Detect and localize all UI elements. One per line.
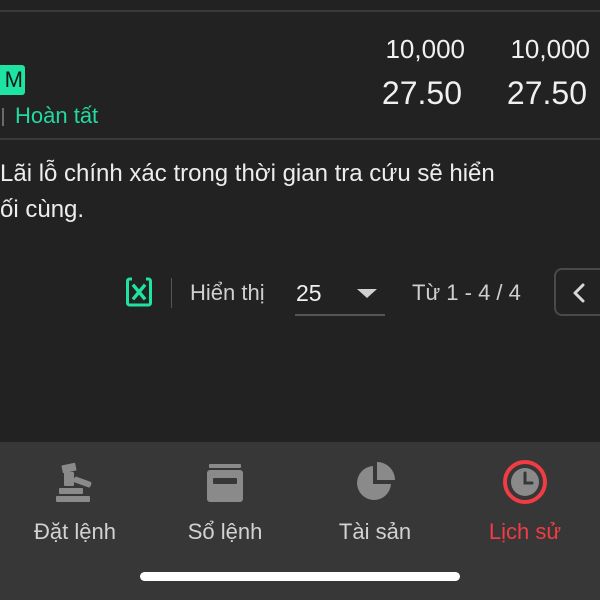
nav-item-assets[interactable]: Tài sản (300, 442, 450, 572)
order-status: Hoàn tất (15, 103, 99, 128)
previous-page-button[interactable] (554, 268, 600, 316)
page-size-label: Hiển thị (190, 280, 265, 305)
matched-quantity: 10,000 (510, 34, 590, 64)
caret-down-icon (357, 289, 377, 298)
page-range: Từ 1 - 4 / 4 (412, 280, 521, 305)
home-indicator[interactable] (140, 572, 460, 581)
nav-item-place-order[interactable]: Đặt lệnh (0, 442, 150, 572)
note-line: ối cùng. (0, 196, 85, 223)
nav-item-label: Lịch sử (488, 519, 562, 544)
note-line: Lãi lỗ chính xác trong thời gian tra cứu… (0, 160, 495, 187)
gavel-icon (51, 458, 99, 506)
nav-item-label: Đặt lệnh (34, 519, 116, 544)
page-size-value: 25 (296, 280, 322, 306)
nav-item-label: Sổ lệnh (187, 519, 263, 544)
divider (171, 278, 172, 308)
profit-loss-note: Lãi lỗ chính xác trong thời gian tra cứu… (0, 156, 600, 228)
order-price: 27.50 (381, 75, 462, 111)
clock-icon (501, 458, 549, 506)
order-book-icon (201, 458, 249, 506)
order-history-screen: M Hoàn tất 10,000 10,000 27.50 27.50 Lãi… (0, 0, 600, 600)
bottom-navigation: Đặt lệnh Sổ lệnh Tài sản Lịch sử (0, 442, 600, 600)
divider (0, 138, 600, 140)
order-row[interactable]: M Hoàn tất 10,000 10,000 27.50 27.50 (0, 12, 600, 139)
excel-export-icon[interactable] (126, 276, 152, 308)
nav-item-history[interactable]: Lịch sử (450, 442, 600, 572)
order-side-badge: M (0, 65, 25, 95)
page-size-select[interactable]: 25 (295, 276, 385, 316)
status-separator (2, 108, 4, 126)
pie-chart-icon (351, 458, 399, 506)
order-quantity: 10,000 (385, 34, 465, 64)
chevron-left-icon (573, 283, 585, 303)
nav-item-label: Tài sản (338, 519, 412, 544)
matched-price: 27.50 (506, 75, 587, 111)
nav-item-order-book[interactable]: Sổ lệnh (150, 442, 300, 572)
